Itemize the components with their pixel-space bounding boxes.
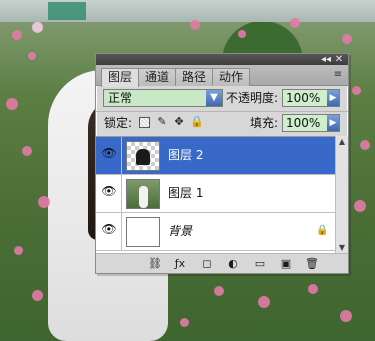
lock-label: 锁定: [104,116,133,130]
tab-actions[interactable]: 动作 [212,68,250,86]
tab-layers[interactable]: 图层 [101,68,139,87]
lock-row: 锁定: ✎ ✥ 🔒 填充: 100% ▶ [96,111,348,134]
lock-move-icon[interactable]: ✥ [173,116,185,128]
opacity-label: 不透明度: [226,91,279,105]
fill-value: 100% [286,116,321,130]
layer-thumbnail [126,179,160,209]
layer-row[interactable]: 👁 背景 🔒 [96,213,348,251]
close-panel-button[interactable]: ✕ [333,54,345,65]
layers-panel: ◂◂ ✕ 图层 通道 路径 动作 ≡ 正常 ▼ 不透明度: 100% ▶ 锁定:… [95,53,349,274]
delete-layer-icon[interactable]: 🗑 [305,257,319,271]
scroll-up-icon[interactable]: ▲ [336,136,348,148]
eye-icon[interactable]: 👁 [99,143,119,163]
opacity-value: 100% [286,91,321,105]
layer-thumbnail [126,217,160,247]
lock-icon: 🔒 [316,225,329,236]
lock-paint-icon[interactable]: ✎ [156,116,168,128]
tab-paths[interactable]: 路径 [175,68,213,86]
layer-name: 图层 2 [168,148,204,162]
chevron-down-icon[interactable]: ▼ [206,90,222,106]
link-layers-icon[interactable]: ⛓ [148,257,162,271]
opacity-field[interactable]: 100% ▶ [282,89,340,107]
layer-thumbnail [126,141,160,171]
eye-icon[interactable]: 👁 [99,181,119,201]
blend-mode-select[interactable]: 正常 ▼ [103,89,223,107]
blend-mode-value: 正常 [108,91,133,105]
eye-icon[interactable]: 👁 [99,219,119,239]
layer-row[interactable]: 👁 图层 2 [96,137,348,175]
layer-name: 背景 [168,224,193,238]
layer-row[interactable]: 👁 图层 1 [96,175,348,213]
tab-channels[interactable]: 通道 [138,68,176,86]
background-building [0,0,375,22]
lock-all-icon[interactable]: 🔒 [190,116,204,128]
blend-row: 正常 ▼ 不透明度: 100% ▶ [96,86,348,108]
collapse-panel-button[interactable]: ◂◂ [320,54,332,65]
chevron-right-icon[interactable]: ▶ [327,90,339,106]
layers-scrollbar[interactable]: ▲ ▼ [335,136,348,254]
new-layer-icon[interactable]: ▣ [279,257,293,271]
fill-label: 填充: [250,116,279,130]
panel-menu-icon[interactable]: ≡ [332,69,344,81]
new-group-icon[interactable]: ▭ [253,257,267,271]
layers-list: 👁 图层 2 👁 图层 1 👁 背景 🔒 [96,136,348,256]
panel-bottom-toolbar: ⛓ ƒx ◻ ◐ ▭ ▣ 🗑 [96,253,348,273]
lock-transparency-icon[interactable] [139,117,150,128]
fill-field[interactable]: 100% ▶ [282,114,340,132]
layer-name: 图层 1 [168,186,204,200]
chevron-right-icon[interactable]: ▶ [327,115,339,131]
panel-tabs: 图层 通道 路径 动作 ≡ [96,65,348,87]
add-mask-icon[interactable]: ◻ [200,257,214,271]
panel-titlebar[interactable]: ◂◂ ✕ [96,54,348,65]
add-style-icon[interactable]: ƒx [173,257,187,271]
adjustment-layer-icon[interactable]: ◐ [226,257,240,271]
